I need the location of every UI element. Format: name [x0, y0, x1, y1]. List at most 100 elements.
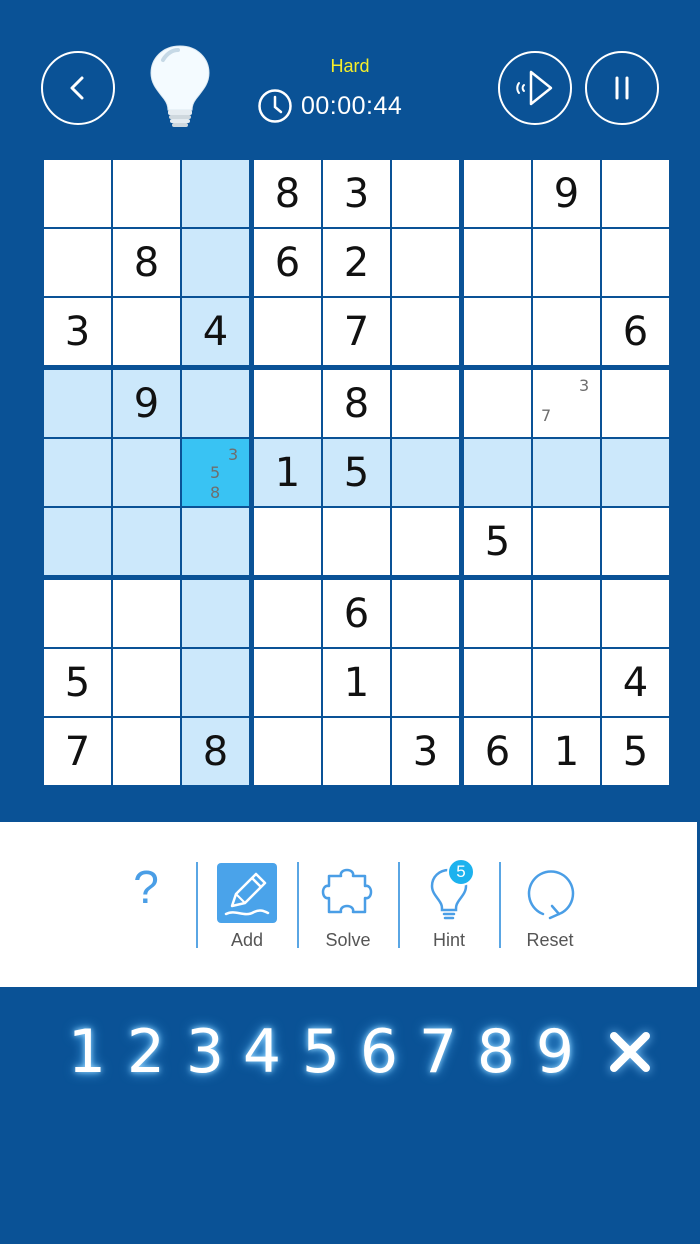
- board-cell-r8-c1[interactable]: 5: [44, 649, 111, 716]
- sound-button[interactable]: [498, 51, 572, 125]
- board-cell-r6-c2[interactable]: [113, 508, 180, 575]
- board-cell-r3-c6[interactable]: [392, 298, 459, 365]
- board-cell-r7-c9[interactable]: [602, 580, 669, 647]
- number-button-8[interactable]: 8: [467, 1012, 525, 1092]
- board-cell-r5-c7[interactable]: [464, 439, 531, 506]
- board-cell-r3-c3[interactable]: 4: [182, 298, 249, 365]
- board-cell-r1-c2[interactable]: [113, 160, 180, 227]
- board-cell-r5-c5[interactable]: 5: [323, 439, 390, 506]
- board-cell-r3-c4[interactable]: [254, 298, 321, 365]
- board-cell-r1-c1[interactable]: [44, 160, 111, 227]
- board-cell-r9-c9[interactable]: 5: [602, 718, 669, 785]
- number-button-1[interactable]: 1: [58, 1012, 116, 1092]
- board-cell-r1-c7[interactable]: [464, 160, 531, 227]
- board-cell-r6-c5[interactable]: [323, 508, 390, 575]
- board-cell-r4-c1[interactable]: [44, 370, 111, 437]
- board-cell-r8-c6[interactable]: [392, 649, 459, 716]
- board-cell-r4-c6[interactable]: [392, 370, 459, 437]
- board-cell-r9-c1[interactable]: 7: [44, 718, 111, 785]
- board-cell-r1-c3[interactable]: [182, 160, 249, 227]
- board-cell-r8-c9[interactable]: 4: [602, 649, 669, 716]
- number-button-9[interactable]: 9: [526, 1012, 584, 1092]
- board-cell-r9-c6[interactable]: 3: [392, 718, 459, 785]
- board-cell-r3-c1[interactable]: 3: [44, 298, 111, 365]
- board-cell-r6-c6[interactable]: [392, 508, 459, 575]
- board-cell-r2-c2[interactable]: 8: [113, 229, 180, 296]
- board-cell-r4-c9[interactable]: [602, 370, 669, 437]
- board-cell-r1-c4[interactable]: 8: [254, 160, 321, 227]
- board-cell-r7-c6[interactable]: [392, 580, 459, 647]
- board-cell-r6-c4[interactable]: [254, 508, 321, 575]
- board-cell-r7-c4[interactable]: [254, 580, 321, 647]
- board-cell-r4-c8[interactable]: [533, 370, 600, 437]
- board-cell-r1-c8[interactable]: 9: [533, 160, 600, 227]
- board-cell-r6-c9[interactable]: [602, 508, 669, 575]
- board-cell-r8-c3[interactable]: [182, 649, 249, 716]
- erase-button[interactable]: [604, 1026, 656, 1078]
- number-button-5[interactable]: 5: [292, 1012, 350, 1092]
- lightbulb-icon[interactable]: [145, 42, 215, 132]
- board-cell-r9-c2[interactable]: [113, 718, 180, 785]
- board-cell-r2-c8[interactable]: [533, 229, 600, 296]
- board-cell-r2-c6[interactable]: [392, 229, 459, 296]
- board-cell-r8-c5[interactable]: 1: [323, 649, 390, 716]
- board-cell-r4-c5[interactable]: 8: [323, 370, 390, 437]
- board-cell-r7-c5[interactable]: 6: [323, 580, 390, 647]
- board-cell-r2-c4[interactable]: 6: [254, 229, 321, 296]
- board-cell-r5-c9[interactable]: [602, 439, 669, 506]
- board-cell-r2-c3[interactable]: [182, 229, 249, 296]
- board-cell-r5-c1[interactable]: [44, 439, 111, 506]
- board-cell-r3-c5[interactable]: 7: [323, 298, 390, 365]
- board-cell-r7-c1[interactable]: [44, 580, 111, 647]
- board-cell-r7-c8[interactable]: [533, 580, 600, 647]
- board-cell-r6-c7[interactable]: 5: [464, 508, 531, 575]
- board-cell-r9-c5[interactable]: [323, 718, 390, 785]
- number-button-7[interactable]: 7: [409, 1012, 467, 1092]
- board-cell-r2-c1[interactable]: [44, 229, 111, 296]
- board-cell-r1-c9[interactable]: [602, 160, 669, 227]
- board-cell-r2-c9[interactable]: [602, 229, 669, 296]
- board-cell-r6-c8[interactable]: [533, 508, 600, 575]
- board-cell-r7-c2[interactable]: [113, 580, 180, 647]
- timer: 00:00:44: [257, 87, 402, 125]
- board-cell-r4-c3[interactable]: [182, 370, 249, 437]
- board-cell-r5-c8[interactable]: [533, 439, 600, 506]
- number-button-2[interactable]: 2: [117, 1012, 175, 1092]
- help-button[interactable]: ?: [118, 860, 174, 914]
- number-button-6[interactable]: 6: [350, 1012, 408, 1092]
- board-cell-r3-c7[interactable]: [464, 298, 531, 365]
- number-button-4[interactable]: 4: [233, 1012, 291, 1092]
- board-cell-r3-c8[interactable]: [533, 298, 600, 365]
- reset-button[interactable]: Reset: [500, 862, 600, 952]
- board-cell-r8-c2[interactable]: [113, 649, 180, 716]
- back-button[interactable]: [41, 51, 115, 125]
- board-cell-r3-c9[interactable]: 6: [602, 298, 669, 365]
- board-cell-r3-c2[interactable]: [113, 298, 180, 365]
- board-cell-r8-c4[interactable]: [254, 649, 321, 716]
- board-cell-r4-c2[interactable]: 9: [113, 370, 180, 437]
- pause-button[interactable]: [585, 51, 659, 125]
- solve-button[interactable]: Solve: [298, 862, 398, 952]
- number-button-3[interactable]: 3: [176, 1012, 234, 1092]
- pause-icon: [615, 76, 629, 100]
- board-cell-r7-c3[interactable]: [182, 580, 249, 647]
- board-cell-r7-c7[interactable]: [464, 580, 531, 647]
- board-cell-r2-c7[interactable]: [464, 229, 531, 296]
- board-cell-r5-c4[interactable]: 1: [254, 439, 321, 506]
- board-cell-r9-c4[interactable]: [254, 718, 321, 785]
- board-cell-r6-c1[interactable]: [44, 508, 111, 575]
- board-cell-r1-c5[interactable]: 3: [323, 160, 390, 227]
- board-cell-r8-c8[interactable]: [533, 649, 600, 716]
- board-cell-r5-c2[interactable]: [113, 439, 180, 506]
- add-note-button[interactable]: Add: [197, 862, 297, 952]
- board-cell-r6-c3[interactable]: [182, 508, 249, 575]
- board-cell-r2-c5[interactable]: 2: [323, 229, 390, 296]
- board-cell-r9-c7[interactable]: 6: [464, 718, 531, 785]
- board-cell-r9-c8[interactable]: 1: [533, 718, 600, 785]
- board-cell-r4-c4[interactable]: [254, 370, 321, 437]
- board-cell-r5-c6[interactable]: [392, 439, 459, 506]
- board-cell-r8-c7[interactable]: [464, 649, 531, 716]
- board-cell-r1-c6[interactable]: [392, 160, 459, 227]
- board-cell-r4-c7[interactable]: [464, 370, 531, 437]
- board-cell-r9-c3[interactable]: 8: [182, 718, 249, 785]
